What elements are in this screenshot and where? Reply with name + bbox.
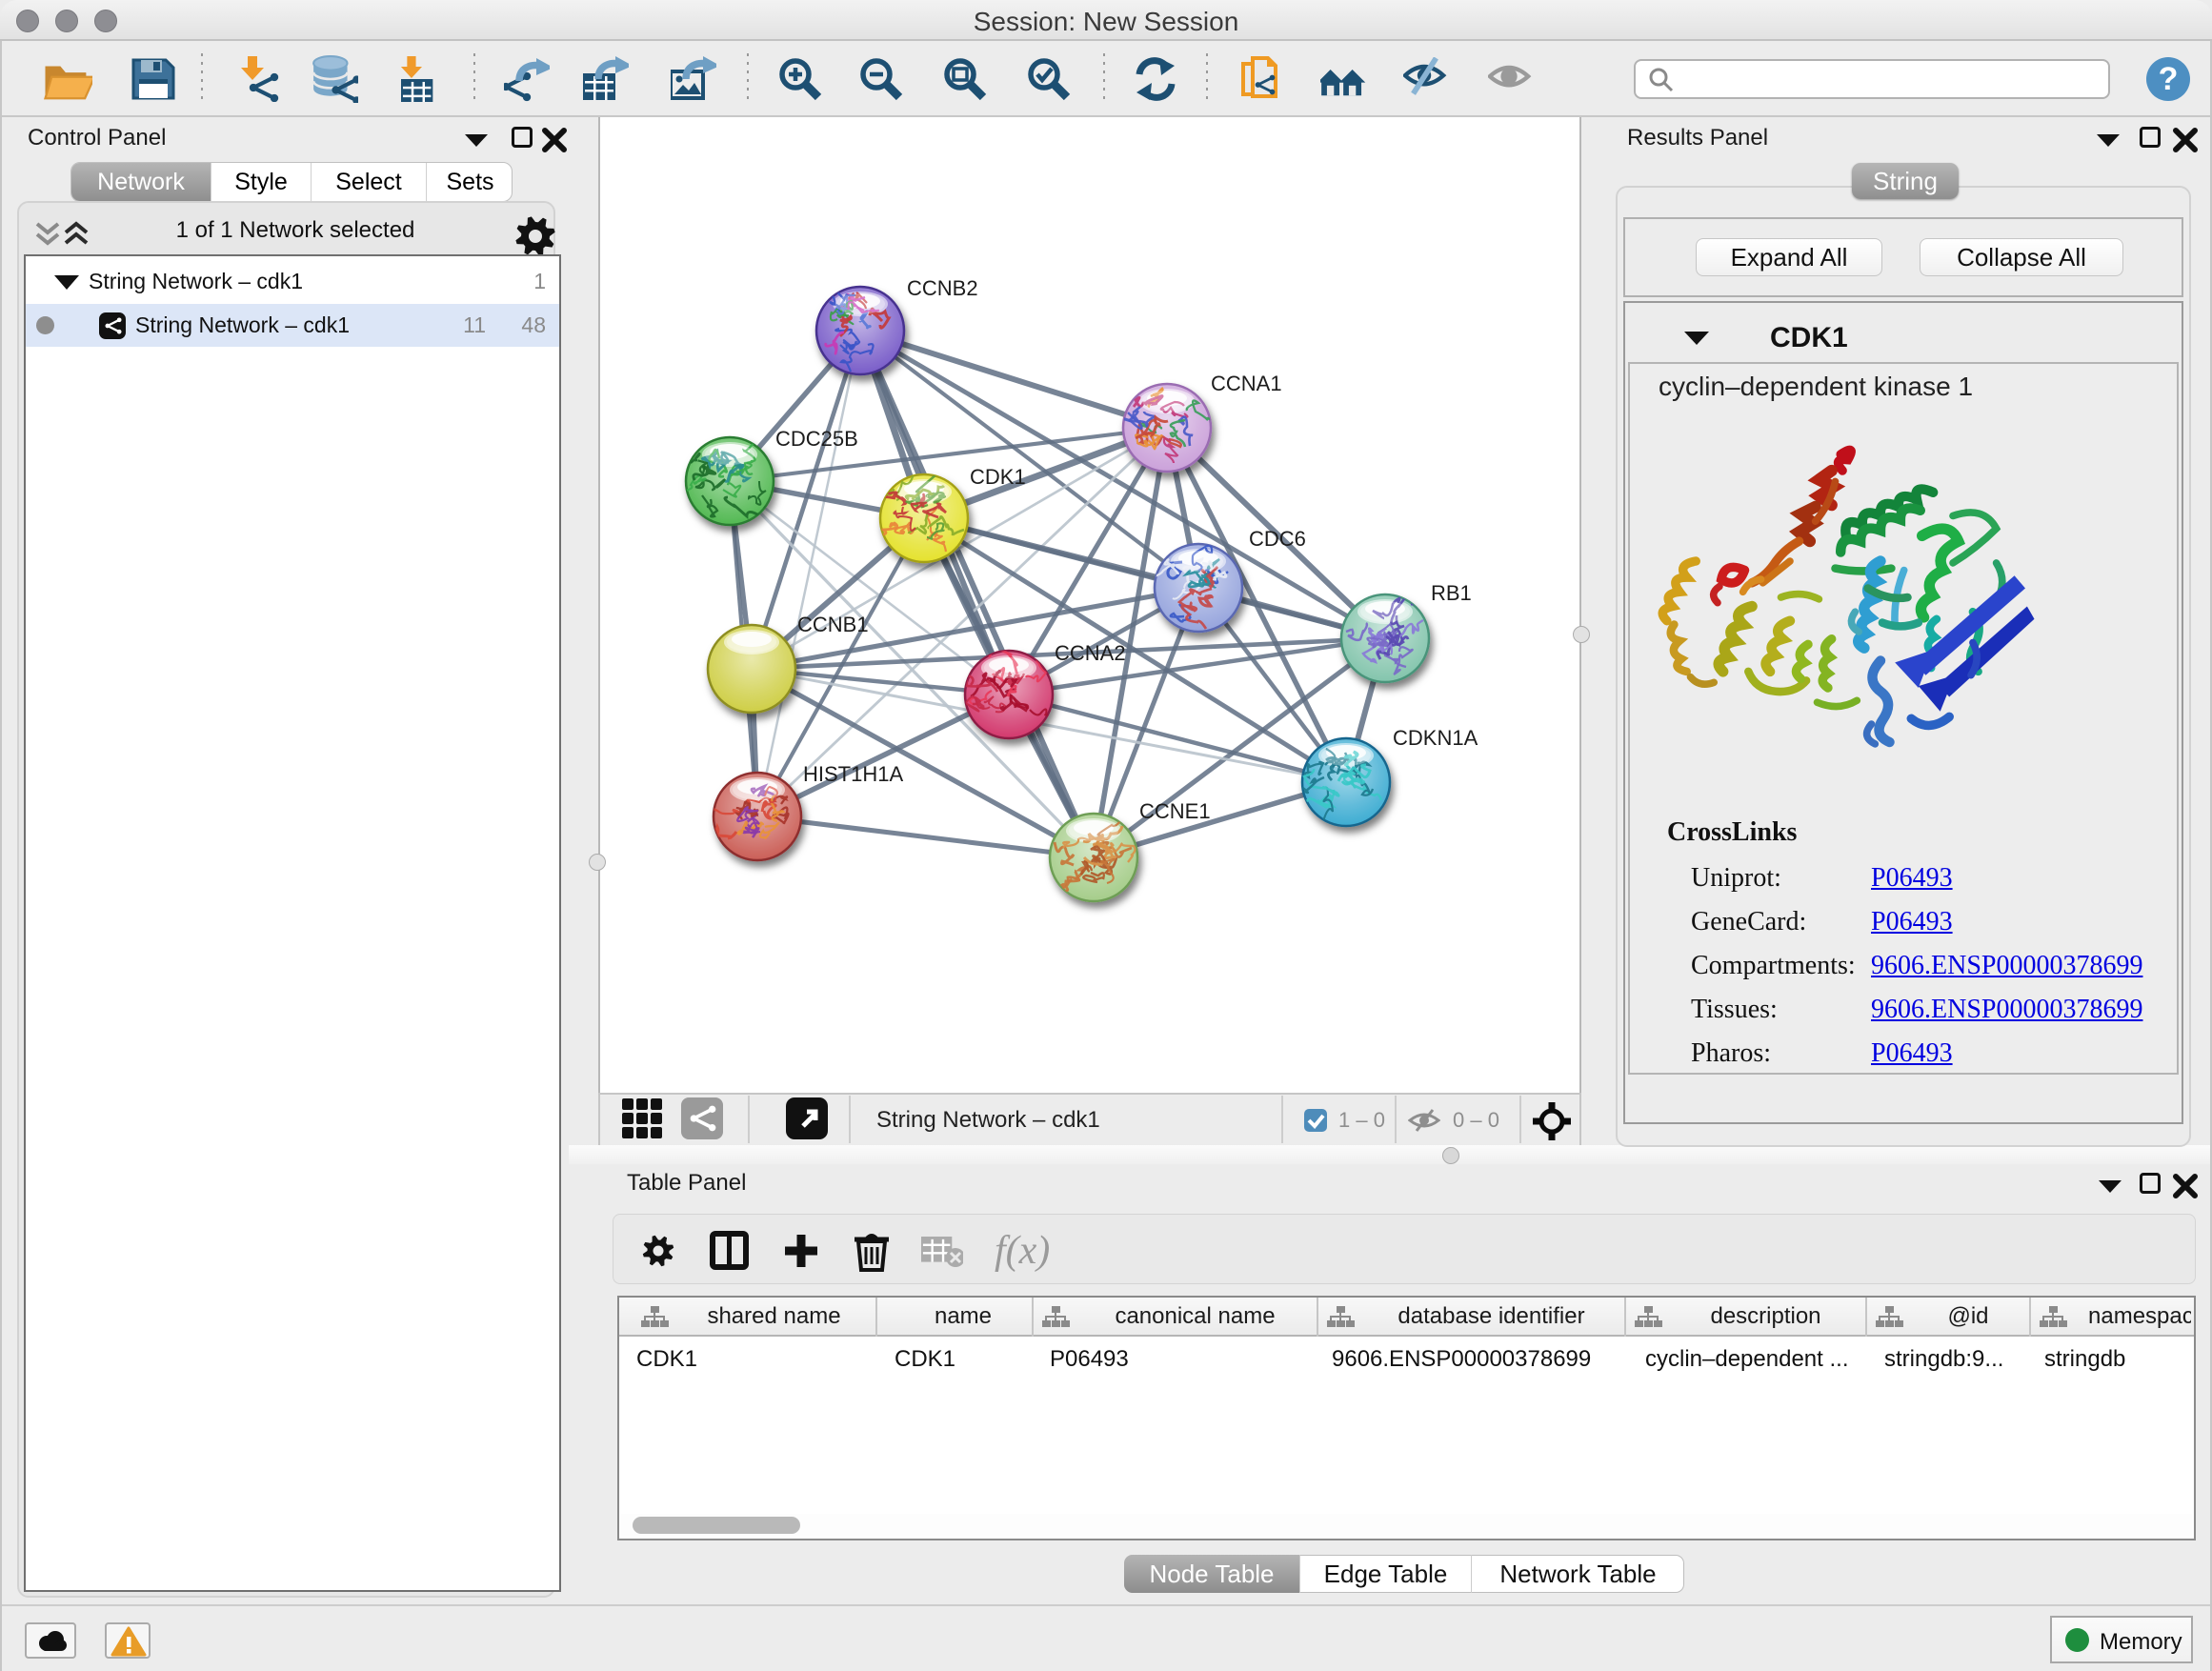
svg-text:CCNE1: CCNE1 (1139, 799, 1211, 823)
svg-text:CCNA2: CCNA2 (1055, 641, 1126, 665)
svg-text:CCNB1: CCNB1 (797, 613, 869, 636)
svg-text:RB1: RB1 (1431, 581, 1472, 605)
svg-text:CDC6: CDC6 (1249, 527, 1306, 551)
svg-text:CCNB2: CCNB2 (907, 276, 978, 300)
svg-text:CCNA1: CCNA1 (1211, 372, 1282, 395)
svg-text:CDKN1A: CDKN1A (1393, 726, 1478, 750)
svg-text:CDK1: CDK1 (970, 465, 1026, 489)
svg-text:HIST1H1A: HIST1H1A (803, 762, 903, 786)
svg-text:CDC25B: CDC25B (775, 427, 858, 451)
